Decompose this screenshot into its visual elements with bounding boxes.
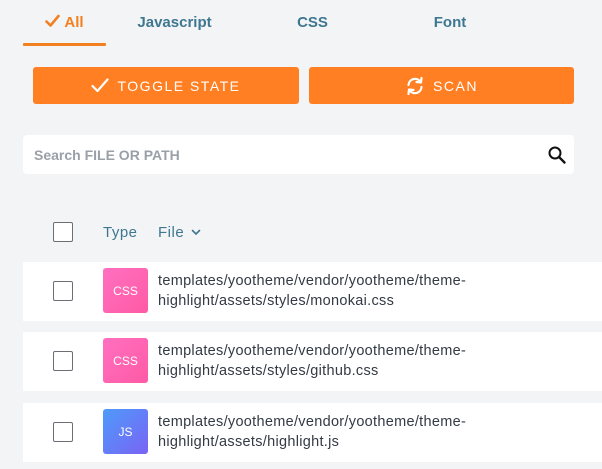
toggle-state-label: TOGGLE STATE (117, 77, 241, 94)
file-column-header[interactable]: File (158, 224, 201, 241)
css-file-icon: CSS (103, 338, 148, 383)
file-path-line-2: highlight/assets/highlight.js (158, 434, 340, 450)
table-row: JS templates/yootheme/vendor/yootheme/th… (23, 403, 602, 462)
sync-icon (405, 76, 425, 95)
search-input[interactable] (34, 135, 514, 174)
file-type-label: CSS (113, 283, 138, 298)
file-path-line-2: highlight/assets/styles/github.css (158, 363, 379, 379)
tab-font-label: Font (433, 14, 467, 31)
check-icon (45, 14, 61, 28)
row-checkbox[interactable] (53, 281, 73, 301)
toggle-state-button[interactable]: TOGGLE STATE (33, 67, 299, 104)
file-path-line-1: templates/yootheme/vendor/yootheme/theme… (158, 273, 467, 289)
filter-tabs: All Javascript CSS Font (23, 0, 583, 46)
select-all-checkbox[interactable] (53, 222, 73, 242)
type-column-header: Type (103, 224, 138, 241)
file-type-label: JS (118, 424, 133, 439)
file-path-line-1: templates/yootheme/vendor/yootheme/theme… (158, 343, 467, 359)
tab-css-label: CSS (297, 14, 328, 31)
scan-label: SCAN (433, 77, 478, 94)
row-checkbox[interactable] (53, 422, 73, 442)
tab-font[interactable]: Font (418, 14, 482, 46)
tab-javascript-label: Javascript (137, 14, 212, 31)
js-file-icon: JS (103, 409, 148, 454)
file-type-label: CSS (113, 353, 138, 368)
tab-all[interactable]: All (23, 14, 106, 46)
file-column-label: File (158, 224, 185, 241)
search-icon[interactable] (547, 145, 567, 170)
file-path: templates/yootheme/vendor/yootheme/theme… (158, 341, 578, 381)
file-path-line-1: templates/yootheme/vendor/yootheme/theme… (158, 414, 467, 430)
table-row: CSS templates/yootheme/vendor/yootheme/t… (23, 332, 602, 391)
row-checkbox[interactable] (53, 351, 73, 371)
css-file-icon: CSS (103, 268, 148, 313)
file-path: templates/yootheme/vendor/yootheme/theme… (158, 271, 578, 311)
table-row: CSS templates/yootheme/vendor/yootheme/t… (23, 262, 602, 321)
file-path-line-2: highlight/assets/styles/monokai.css (158, 293, 395, 309)
file-path: templates/yootheme/vendor/yootheme/theme… (158, 412, 578, 452)
search-box (23, 135, 574, 174)
active-tab-indicator (23, 43, 106, 46)
check-icon (91, 78, 110, 93)
chevron-down-icon (191, 229, 201, 236)
tab-css[interactable]: CSS (280, 14, 345, 46)
scan-button[interactable]: SCAN (309, 67, 574, 104)
tab-javascript[interactable]: Javascript (121, 14, 228, 46)
tab-all-label: All (64, 14, 84, 31)
